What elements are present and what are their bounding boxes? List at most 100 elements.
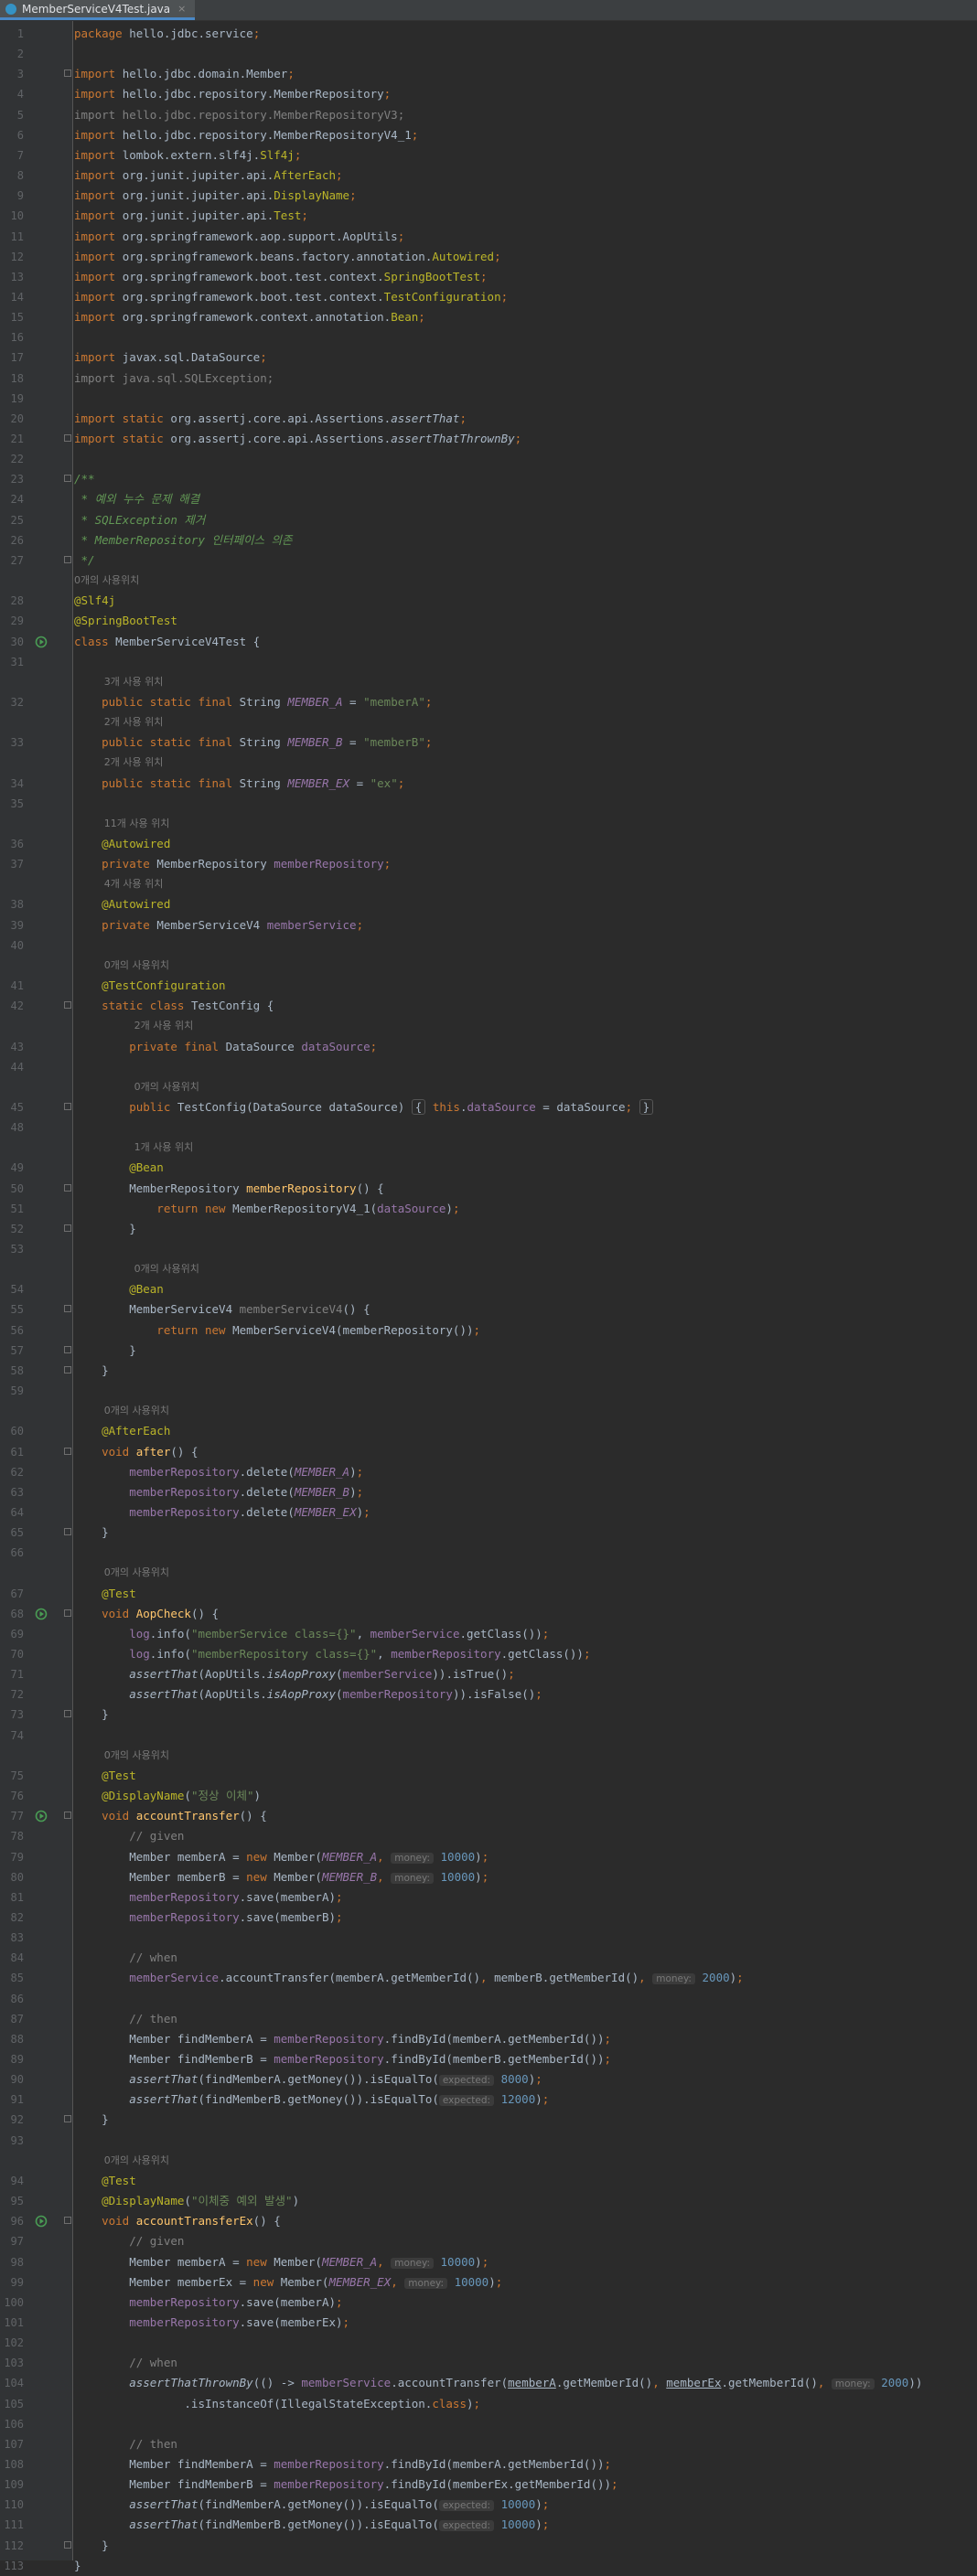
code-token: org.junit.jupiter.api. <box>122 208 274 223</box>
fold-marker-icon[interactable] <box>64 1224 71 1232</box>
run-test-icon[interactable] <box>35 636 48 648</box>
fold-marker-icon[interactable] <box>64 69 71 78</box>
line-number: 71 <box>10 1668 24 1682</box>
usage-hint[interactable]: 0개의 사용위치 <box>104 2151 169 2171</box>
usage-hint-row: 0개의 사용위치 <box>0 1563 977 1583</box>
close-icon[interactable]: × <box>177 3 186 15</box>
code-token: ; <box>481 2254 489 2269</box>
code-token: } <box>74 2112 109 2127</box>
code-token: isAopProxy <box>266 1687 337 1702</box>
code-token: (findMemberB.getMoney()).isEqualTo( <box>198 2092 439 2107</box>
usage-hint[interactable]: 2개 사용 위치 <box>104 753 164 773</box>
line-number: 75 <box>10 1769 24 1782</box>
code-token: ; <box>260 350 267 365</box>
file-tab[interactable]: MemberServiceV4Test.java × <box>0 0 196 20</box>
line-number: 73 <box>10 1708 24 1722</box>
fold-marker-icon[interactable] <box>64 2540 71 2549</box>
code-token: ; <box>336 1889 343 1904</box>
run-test-icon[interactable] <box>35 1810 48 1822</box>
fold-marker-icon[interactable] <box>64 2115 71 2123</box>
usage-hint[interactable]: 0개의 사용위치 <box>74 571 139 591</box>
code-token: ; <box>397 229 405 243</box>
usage-hint[interactable]: 1개 사용 위치 <box>134 1138 194 1158</box>
fold-marker-icon[interactable] <box>64 1812 71 1820</box>
usage-hint[interactable]: 0개의 사용위치 <box>134 1259 199 1279</box>
fold-marker-icon[interactable] <box>64 2217 71 2225</box>
code-text: memberService.accountTransfer(memberA.ge… <box>74 1968 744 1989</box>
code-token: log <box>129 1647 150 1661</box>
code-token: new <box>246 1869 274 1884</box>
fold-marker-icon[interactable] <box>64 434 71 442</box>
fold-marker-icon[interactable] <box>64 1447 71 1455</box>
usage-hint[interactable]: 0개의 사용위치 <box>104 1563 169 1583</box>
usage-hint[interactable]: 11개 사용 위치 <box>104 814 170 834</box>
usage-hint[interactable]: 2개 사용 위치 <box>104 712 164 732</box>
fold-marker-icon[interactable] <box>64 1001 71 1010</box>
code-token: ; <box>736 1971 744 1985</box>
code-token: ; <box>542 2092 550 2107</box>
code-text: @TestConfiguration <box>74 976 225 996</box>
code-line: 94 @Test <box>0 2171 977 2191</box>
code-token: } <box>639 1098 654 1115</box>
line-number: 76 <box>10 1790 24 1803</box>
line-number: 54 <box>10 1283 24 1297</box>
code-token: import <box>74 350 123 365</box>
line-number: 108 <box>4 2458 24 2471</box>
usage-hint[interactable]: 0개의 사용위치 <box>104 956 169 976</box>
usage-hint[interactable]: 0개의 사용위치 <box>134 1077 199 1097</box>
run-test-icon[interactable] <box>35 2215 48 2228</box>
code-token: MEMBER_B <box>287 735 343 750</box>
usage-hint[interactable]: 3개 사용 위치 <box>104 672 164 692</box>
fold-marker-icon[interactable] <box>64 555 71 563</box>
code-line: 92 } <box>0 2110 977 2130</box>
code-line: 90 assertThat(findMemberA.getMoney()).is… <box>0 2069 977 2090</box>
fold-marker-icon[interactable] <box>64 1710 71 1718</box>
fold-marker-icon[interactable] <box>64 475 71 483</box>
run-test-icon[interactable] <box>35 1608 48 1620</box>
fold-marker-icon[interactable] <box>64 1365 71 1374</box>
code-token: expected: <box>438 2075 495 2087</box>
code-token: , <box>356 1626 370 1641</box>
code-line: 11 import org.springframework.aop.support… <box>0 227 977 247</box>
code-line: 36 @Autowired <box>0 834 977 854</box>
code-token: 10000 <box>440 1849 476 1864</box>
usage-hint[interactable]: 0개의 사용위치 <box>104 1746 169 1766</box>
line-number: 9 <box>16 189 24 203</box>
usage-hint[interactable]: 4개 사용 위치 <box>104 874 164 894</box>
code-text: // when <box>74 1948 177 1968</box>
code-token: ; <box>356 917 364 932</box>
usage-hint-row: 11개 사용 위치 <box>0 814 977 834</box>
code-token: .findById(memberA.getMemberId()) <box>383 2457 605 2471</box>
code-text: Member findMemberB = memberRepository.fi… <box>74 2049 611 2069</box>
fold-marker-icon[interactable] <box>64 1609 71 1617</box>
line-number: 38 <box>10 898 24 912</box>
line-number: 14 <box>10 290 24 304</box>
fold-marker-icon[interactable] <box>64 1305 71 1313</box>
fold-marker-icon[interactable] <box>64 1528 71 1536</box>
usage-hint[interactable]: 2개 사용 위치 <box>134 1016 194 1036</box>
code-token: assertThat <box>129 2092 199 2107</box>
code-line: 8 import org.junit.jupiter.api.AfterEach; <box>0 166 977 186</box>
code-line: 65 } <box>0 1523 977 1543</box>
code-text: * 예외 누수 문제 해결 <box>74 489 200 509</box>
code-token: memberRepository <box>274 2052 384 2066</box>
code-token: ; <box>542 2497 550 2512</box>
fold-marker-icon[interactable] <box>64 1102 71 1110</box>
fold-marker-icon[interactable] <box>64 1183 71 1192</box>
usage-hint[interactable]: 0개의 사용위치 <box>104 1401 169 1421</box>
code-text: @Autowired <box>74 894 170 914</box>
line-number: 17 <box>10 351 24 365</box>
code-token: return new <box>74 1201 233 1215</box>
code-token: .accountTransfer( <box>391 2376 509 2390</box>
line-number: 98 <box>10 2255 24 2269</box>
code-text: return new MemberRepositoryV4_1(dataSour… <box>74 1199 459 1219</box>
code-token: .save(memberEx) <box>239 2314 343 2329</box>
fold-marker-icon[interactable] <box>64 1345 71 1353</box>
code-line: 56 return new MemberServiceV4(memberRepo… <box>0 1320 977 1341</box>
code-token: , <box>377 1869 392 1884</box>
code-text: assertThat(findMemberB.getMoney()).isEqu… <box>74 2090 549 2111</box>
code-token: org.springframework.aop.support.AopUtils <box>122 229 398 243</box>
